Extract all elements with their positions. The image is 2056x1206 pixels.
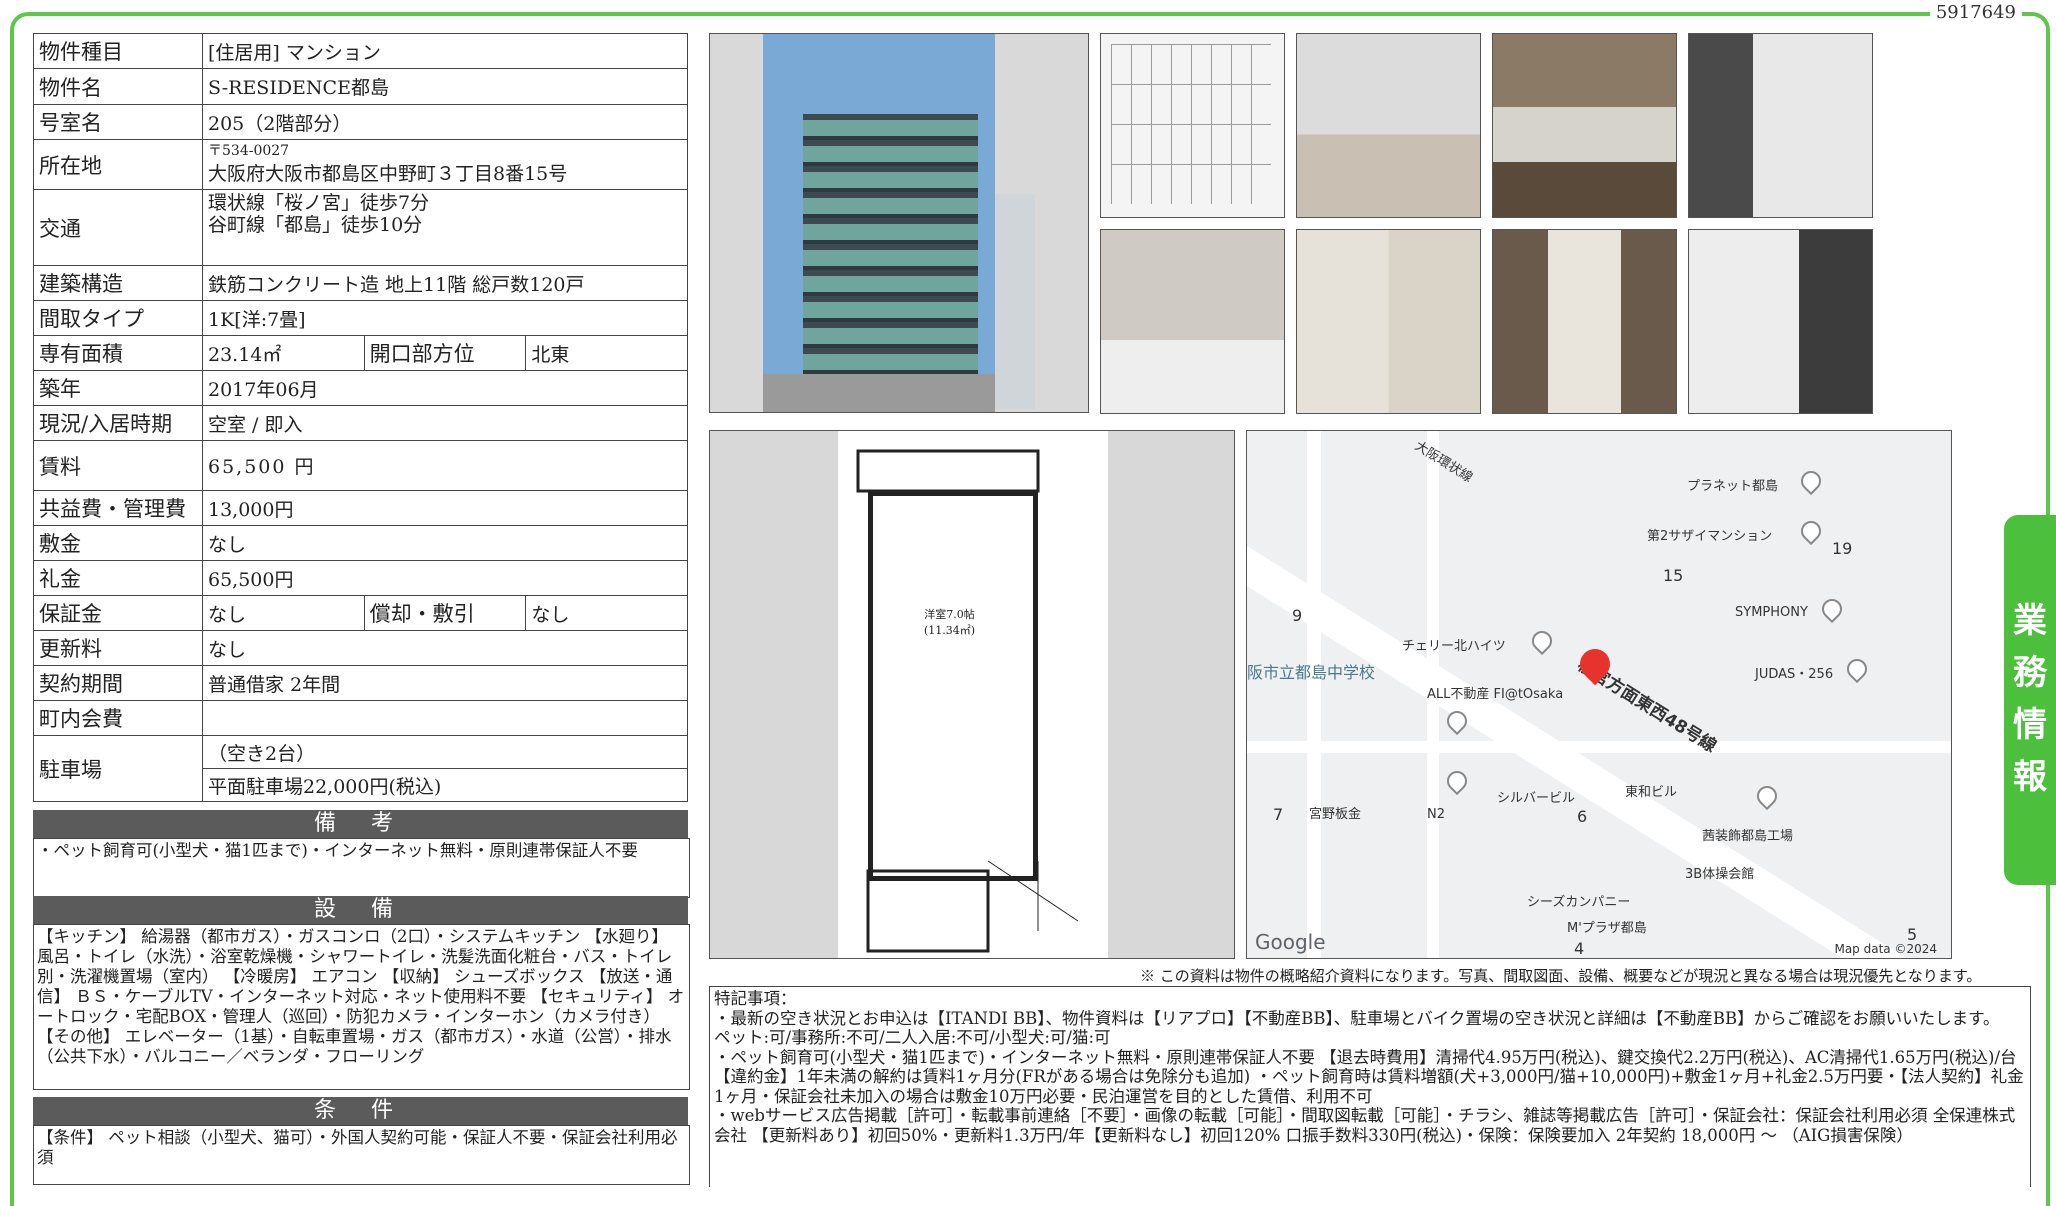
- floor-plan-drawing: [856, 449, 1079, 953]
- washroom-photo: [1296, 229, 1481, 414]
- map-marker-icon[interactable]: [1527, 626, 1557, 656]
- room-label: 号室名: [33, 104, 203, 140]
- special-notes: 特記事項： ・最新の空き状況とお申込は【ITANDI BB】、物件資料は【リアプ…: [709, 986, 2031, 1187]
- amortization-label: 償却・敷引: [363, 595, 527, 631]
- status-label: 現況/入居時期: [33, 405, 203, 441]
- layout-value: 1K[洋:7畳]: [202, 300, 688, 336]
- special-notes-line: 特記事項：: [714, 989, 797, 1008]
- room-photo: [1296, 33, 1481, 218]
- name-label: 物件名: [33, 68, 203, 105]
- access-label: 交通: [33, 189, 203, 266]
- map-marker-icon[interactable]: [1817, 594, 1847, 624]
- contract-label: 契約期間: [33, 665, 203, 701]
- remarks-heading: 備 考: [33, 810, 688, 838]
- business-info-tab[interactable]: 業務情報: [2004, 515, 2056, 885]
- guarantee-value: なし: [202, 595, 365, 631]
- address-label: 所在地: [33, 139, 203, 190]
- document-id: 5917649: [1929, 2, 2022, 23]
- deposit-value: なし: [202, 525, 688, 561]
- structure-value: 鉄筋コンクリート造 地上11階 総戸数120戸: [202, 265, 688, 301]
- mgmt-fee-label: 共益費・管理費: [33, 490, 203, 526]
- map-marker-icon[interactable]: [1442, 766, 1472, 796]
- built-value: 2017年06月: [202, 370, 688, 406]
- conditions-heading: 条 件: [33, 1097, 688, 1125]
- access-line-1: 環状線「桜ノ宮」徒歩7分: [208, 192, 430, 214]
- parking-price: 平面駐車場22,000円(税込): [202, 768, 688, 802]
- equipment-heading: 設 備: [33, 896, 688, 924]
- key-money-value: 65,500円: [202, 560, 688, 596]
- rent-value: 65,500 円: [202, 440, 688, 491]
- floor-plan: 洋室7.0帖 (11.34㎡): [709, 430, 1235, 959]
- property-spec-table: 物件種目 [住居用] マンション 物件名 S-RESIDENCE都島 号室名 2…: [33, 33, 688, 802]
- access-cell: 環状線「桜ノ宮」徒歩7分 谷町線「都島」徒歩10分: [202, 189, 688, 266]
- google-logo: Google: [1255, 930, 1326, 954]
- type-value: [住居用] マンション: [202, 33, 688, 69]
- floor-layout-thumbnail: [1100, 33, 1285, 218]
- status-value: 空室 / 即入: [202, 405, 688, 441]
- kitchen-photo: [1492, 33, 1677, 218]
- postal-code: 〒534-0027: [208, 143, 290, 159]
- built-label: 築年: [33, 370, 203, 406]
- map-marker-icon[interactable]: [1796, 466, 1826, 496]
- deposit-label: 敷金: [33, 525, 203, 561]
- guarantee-label: 保証金: [33, 595, 203, 631]
- structure-label: 建築構造: [33, 265, 203, 301]
- building-exterior-photo: [709, 33, 1089, 413]
- map-marker-icon[interactable]: [1842, 654, 1872, 684]
- address: 大阪府大阪市都島区中野町３丁目8番15号: [208, 163, 568, 185]
- conditions-text: 【条件】 ペット相談（小型犬、猫可）・外国人契約可能・保証人不要・保証会社利用必…: [33, 1125, 690, 1185]
- rent-label: 賃料: [33, 440, 203, 491]
- renewal-value: なし: [202, 630, 688, 666]
- area-label: 専有面積: [33, 335, 203, 371]
- special-notes-line: ペット:可/事務所:不可/二人入居:不可/小型犬:可/猫:可: [714, 1028, 1111, 1047]
- building-image: [763, 34, 1035, 412]
- toilet-photo: [1100, 229, 1285, 414]
- business-info-tab-label: 業務情報: [2013, 601, 2047, 797]
- room-number: 205（2階部分）: [202, 104, 688, 140]
- map-marker-icon[interactable]: [1752, 781, 1782, 811]
- contract-value: 普通借家 2年間: [202, 665, 688, 701]
- key-money-label: 礼金: [33, 560, 203, 596]
- type-label: 物件種目: [33, 33, 203, 69]
- renewal-label: 更新料: [33, 630, 203, 666]
- map-marker-icon[interactable]: [1796, 516, 1826, 546]
- parking-availability: （空き2台）: [202, 735, 688, 769]
- closet-photo: [1688, 229, 1873, 414]
- address-cell: 〒534-0027 大阪府大阪市都島区中野町３丁目8番15号: [202, 139, 688, 190]
- special-notes-line: ・最新の空き状況とお申込は【ITANDI BB】、物件資料は【リアプロ】【不動産…: [714, 1008, 2000, 1028]
- hallway-photo: [1492, 229, 1677, 414]
- association-fee-label: 町内会費: [33, 700, 203, 736]
- orientation-label: 開口部方位: [363, 335, 527, 371]
- bathroom-photo: [1688, 33, 1873, 218]
- amortization-value: なし: [525, 595, 688, 631]
- area-value: 23.14㎡: [202, 335, 365, 371]
- property-name: S-RESIDENCE都島: [202, 68, 688, 105]
- parking-label: 駐車場: [33, 735, 203, 802]
- special-notes-line: ・webサービス広告掲載［許可］・転載事前連絡［不要］・画像の転載［可能］・間取…: [714, 1106, 2016, 1145]
- access-line-2: 谷町線「都島」徒歩10分: [208, 214, 423, 236]
- remarks-text: ・ペット飼育可(小型犬・猫1匹まで)・インターネット無料・原則連帯保証人不要: [33, 838, 690, 898]
- disclaimer-note: ※ この資料は物件の概略紹介資料になります。写真、間取図面、設備、概要などが現況…: [1140, 967, 1982, 985]
- orientation-value: 北東: [525, 335, 688, 371]
- special-notes-line: ・ペット飼育可(小型犬・猫1匹まで)・インターネット無料・原則連帯保証人不要 【…: [714, 1047, 2024, 1106]
- map-attribution: Map data ©2024: [1834, 942, 1937, 956]
- equipment-text: 【キッチン】 給湯器（都市ガス）・ガスコンロ（2口）・システムキッチン 【水廻り…: [33, 924, 690, 1090]
- association-fee-value: [202, 700, 688, 736]
- layout-label: 間取タイプ: [33, 300, 203, 336]
- location-map[interactable]: 大阪環状線 プラネット都島 第2サザイマンション 19 15 SYMPHONY …: [1246, 430, 1952, 959]
- mgmt-fee-value: 13,000円: [202, 490, 688, 526]
